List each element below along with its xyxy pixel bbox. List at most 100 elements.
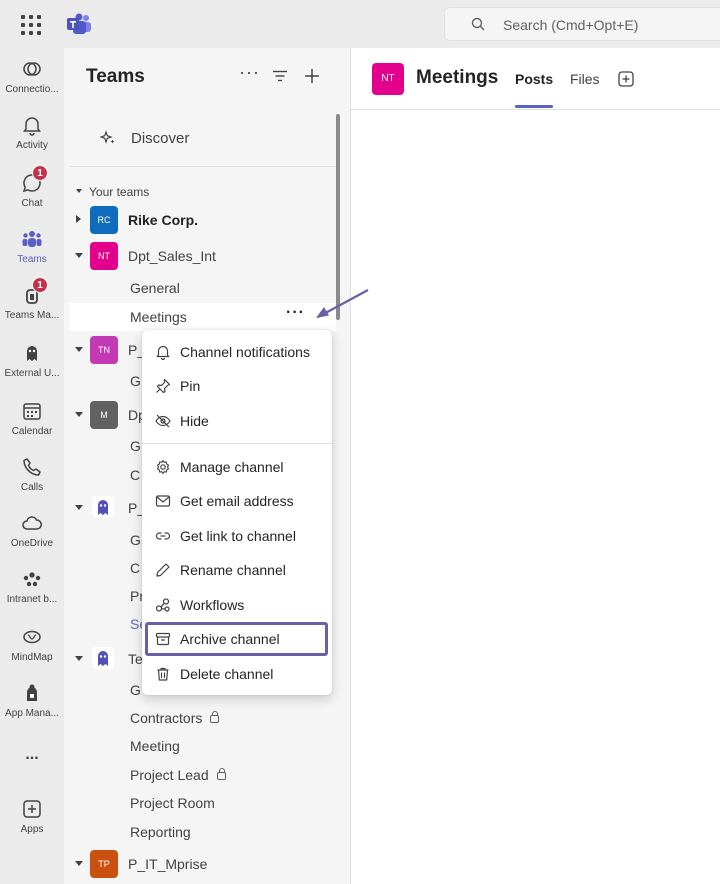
- rail-label: External U...: [4, 368, 60, 379]
- app-manager-icon: [27, 684, 37, 701]
- menu-item-pin[interactable]: Pin: [142, 369, 332, 403]
- eye-off-icon: [155, 414, 171, 428]
- rail-item-calls[interactable]: Calls: [0, 456, 64, 512]
- annotation-arrow-icon: [316, 289, 369, 318]
- plus-square-icon: [23, 800, 41, 818]
- rail-item-teams[interactable]: Teams: [0, 228, 64, 284]
- menu-item-workflows[interactable]: Workflows: [142, 588, 332, 622]
- menu-item-get-link[interactable]: Get link to channel: [142, 519, 332, 553]
- team-bot-icon: [92, 647, 114, 669]
- rail-item-teams-manager[interactable]: 1 Teams Ma...: [0, 277, 64, 340]
- channel-reporting[interactable]: Reporting: [130, 824, 191, 840]
- collapse-caret-icon: [75, 861, 83, 866]
- discover-button[interactable]: Discover: [70, 118, 336, 158]
- channel-project-lead[interactable]: Project Lead: [130, 767, 226, 783]
- rail-item-calendar[interactable]: Calendar: [0, 400, 64, 456]
- rail-label: OneDrive: [10, 538, 54, 549]
- channel-item[interactable]: C: [130, 467, 140, 483]
- channel-item[interactable]: G: [130, 373, 141, 389]
- your-teams-header[interactable]: Your teams: [64, 183, 344, 203]
- gear-icon: [156, 459, 170, 475]
- add-tab-icon[interactable]: [618, 71, 634, 87]
- rail-label: Activity: [16, 140, 48, 151]
- tab-posts[interactable]: Posts: [515, 71, 553, 87]
- channel-label: Project Lead: [130, 767, 209, 783]
- external-icon: [27, 346, 37, 361]
- rail-item-more[interactable]: ...: [0, 746, 64, 804]
- more-options-icon[interactable]: ···: [239, 62, 260, 83]
- channel-item[interactable]: C: [130, 560, 140, 576]
- channel-label: Contractors: [130, 710, 203, 726]
- team-rike-corp[interactable]: RC Rike Corp.: [64, 206, 344, 234]
- menu-item-label: Delete channel: [180, 666, 274, 682]
- menu-item-rename-channel[interactable]: Rename channel: [142, 553, 332, 587]
- expand-caret-icon: [76, 215, 81, 223]
- team-bot-icon: [92, 496, 114, 518]
- search-placeholder: Search (Cmd+Opt+E): [503, 17, 639, 33]
- menu-item-hide[interactable]: Hide: [142, 404, 332, 438]
- bell-icon: [156, 345, 170, 360]
- search-input[interactable]: Search (Cmd+Opt+E): [444, 7, 720, 41]
- lock-icon: [210, 711, 220, 723]
- menu-item-label: Get email address: [180, 493, 294, 509]
- calendar-icon: [23, 403, 41, 420]
- rail-label: Connectio...: [5, 84, 59, 95]
- team-name: Dpt_Sales_Int: [128, 248, 216, 264]
- channel-meetings-row[interactable]: Meetings ···: [70, 303, 336, 331]
- menu-item-manage-channel[interactable]: Manage channel: [142, 450, 332, 484]
- team-p-it-mprise[interactable]: TP P_IT_Mprise: [64, 850, 344, 878]
- teams-manager-badge: 1: [32, 277, 48, 293]
- channel-meetings: Meetings: [130, 309, 187, 325]
- intranet-icon: [23, 572, 41, 587]
- rail-item-apps[interactable]: Apps: [0, 798, 64, 854]
- tab-files[interactable]: Files: [570, 71, 600, 87]
- menu-item-channel-notifications[interactable]: Channel notifications: [142, 335, 332, 369]
- menu-item-label: Rename channel: [180, 562, 286, 578]
- rail-label: Calls: [20, 482, 44, 493]
- mindmap-icon: [23, 630, 41, 644]
- channel-contractors[interactable]: Contractors: [130, 710, 220, 726]
- archive-highlight-box: [145, 622, 328, 656]
- team-avatar: TN: [90, 336, 118, 364]
- menu-item-label: Get link to channel: [180, 528, 296, 544]
- team-name: Rike Corp.: [128, 212, 199, 228]
- filter-icon[interactable]: [272, 70, 288, 82]
- collapse-caret-icon: [75, 505, 83, 510]
- workflows-icon: [155, 598, 170, 612]
- rail-label: Calendar: [11, 426, 53, 437]
- menu-item-delete-channel[interactable]: Delete channel: [142, 657, 332, 691]
- collapse-caret-icon: [75, 412, 83, 417]
- rail-item-external[interactable]: External U...: [0, 342, 64, 398]
- section-label: Your teams: [89, 185, 150, 199]
- rail-item-chat[interactable]: 1 Chat: [0, 165, 64, 228]
- rail-item-intranet[interactable]: Intranet b...: [0, 568, 64, 624]
- rail-label: Intranet b...: [6, 594, 58, 605]
- pencil-icon: [156, 563, 170, 577]
- team-dpt-sales-int[interactable]: NT Dpt_Sales_Int: [64, 242, 344, 270]
- active-tab-indicator: [515, 105, 553, 108]
- channel-meeting[interactable]: Meeting: [130, 738, 180, 754]
- divider: [70, 166, 336, 167]
- app-launcher-icon[interactable]: [20, 14, 42, 36]
- collapse-caret-icon: [75, 347, 83, 352]
- add-icon[interactable]: [304, 68, 320, 84]
- rail-item-connections[interactable]: Connectio...: [0, 58, 64, 114]
- collapse-caret-icon: [75, 253, 83, 258]
- app-rail: Connectio... Activity 1 Chat Teams 1 Tea…: [0, 48, 64, 884]
- rail-item-onedrive[interactable]: OneDrive: [0, 512, 64, 568]
- channel-project-room[interactable]: Project Room: [130, 795, 215, 811]
- menu-item-get-email-address[interactable]: Get email address: [142, 484, 332, 518]
- chat-badge: 1: [32, 165, 48, 181]
- rail-item-activity[interactable]: Activity: [0, 114, 64, 170]
- channel-item[interactable]: G: [130, 438, 141, 454]
- rail-item-mindmap[interactable]: MindMap: [0, 626, 64, 682]
- channel-header: NT Meetings Posts Files: [350, 48, 720, 110]
- rail-item-app-manager[interactable]: App Mana...: [0, 682, 64, 738]
- menu-item-label: Manage channel: [180, 459, 284, 475]
- channel-more-icon[interactable]: ···: [286, 304, 305, 322]
- channel-general[interactable]: General: [130, 280, 180, 296]
- channel-item[interactable]: G: [130, 682, 141, 698]
- more-icon: ...: [25, 746, 39, 763]
- search-icon: [471, 17, 485, 31]
- channel-item[interactable]: G: [130, 532, 141, 548]
